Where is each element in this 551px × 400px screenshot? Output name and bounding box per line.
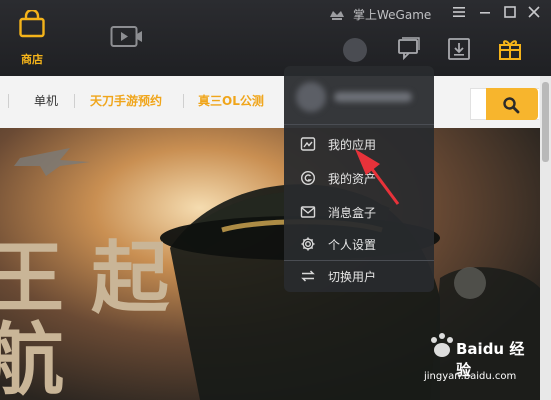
menu-item-label: 消息盒子 <box>328 206 377 220</box>
menu-item-my-apps[interactable]: 我的应用 <box>284 128 434 160</box>
maximize-icon[interactable] <box>502 4 518 20</box>
profile-name <box>334 92 412 102</box>
chat-icon[interactable] <box>396 36 422 62</box>
menu-item-personal-settings[interactable]: 个人设置 <box>284 228 434 260</box>
category-divider <box>74 94 75 108</box>
mail-icon <box>300 206 316 218</box>
apps-icon <box>300 137 316 151</box>
category-divider <box>8 94 9 108</box>
switch-user-icon <box>301 270 315 282</box>
mobile-wegame-label[interactable]: 掌上WeGame <box>353 6 431 23</box>
category-single-player[interactable]: 单机 <box>34 92 58 109</box>
shopping-bag-icon <box>19 10 45 38</box>
gear-icon <box>301 237 315 251</box>
video-icon[interactable] <box>110 24 144 50</box>
menu-divider <box>284 124 434 125</box>
user-profile-header[interactable] <box>284 66 434 124</box>
menu-item-label: 切换用户 <box>328 270 377 284</box>
category-sanguo-ol[interactable]: 真三OL公测 <box>198 92 264 109</box>
menu-item-label: 我的应用 <box>328 138 377 152</box>
download-icon[interactable] <box>446 36 472 62</box>
watermark-url: jingyan.baidu.com <box>424 371 517 382</box>
minimize-icon[interactable] <box>477 4 493 20</box>
search-button[interactable] <box>486 88 538 120</box>
category-bar: 单机 天刀手游预约 真三OL公测 <box>0 76 551 128</box>
close-icon[interactable] <box>526 4 542 20</box>
scrollbar-thumb[interactable] <box>542 82 549 162</box>
menu-item-my-assets[interactable]: 我的资产 <box>284 162 434 194</box>
gift-icon[interactable] <box>497 36 523 62</box>
avatar[interactable] <box>343 38 367 62</box>
category-divider <box>183 94 184 108</box>
profile-avatar <box>296 82 326 112</box>
menu-item-message-box[interactable]: 消息盒子 <box>284 196 434 228</box>
assets-icon <box>300 170 316 186</box>
category-tiandao-preorder[interactable]: 天刀手游预约 <box>90 92 162 109</box>
nav-shop-label: 商店 <box>21 53 43 66</box>
banner-title-art: 王 起航 <box>0 233 170 400</box>
nav-shop[interactable]: 商店 <box>10 6 54 68</box>
search-icon <box>503 97 520 114</box>
menu-item-label: 我的资产 <box>328 172 377 186</box>
menu-item-switch-user[interactable]: 切换用户 <box>284 260 434 292</box>
user-dropdown-menu: 我的应用 我的资产 消息盒子 个人设置 切换用户 <box>284 66 434 292</box>
menu-item-label: 个人设置 <box>328 238 377 252</box>
menu-icon[interactable] <box>451 4 467 20</box>
wegame-mobile-icon[interactable] <box>328 7 346 23</box>
